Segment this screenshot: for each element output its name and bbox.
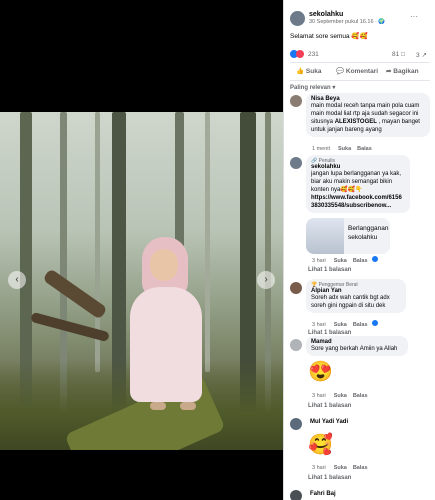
shoe: [180, 402, 196, 410]
comment-bubble: 🔗 Penulis sekolahku jangan lupa berlangg…: [306, 155, 410, 213]
comment-icon: □: [401, 51, 405, 58]
comment-reply-link[interactable]: Balas: [353, 393, 368, 399]
comment-author[interactable]: Mul Yadi Yadi: [310, 419, 348, 425]
like-button-label: Suka: [305, 68, 322, 75]
comment-bubble: 🏆 Penggemar Berat Alpian Yan Soreh adx w…: [306, 279, 406, 313]
post-panel: sekolahku 30 September pukul 16.16 · 🌍 ·…: [283, 0, 435, 500]
share-button-label: Bagikan: [393, 68, 419, 75]
commenter-avatar[interactable]: [290, 157, 302, 169]
person-figure: [128, 237, 208, 417]
sticker-heart-eyes[interactable]: 😍: [308, 360, 333, 384]
commenter-avatar[interactable]: [290, 95, 302, 107]
comment-time[interactable]: 3 hari: [312, 393, 326, 399]
comment-count-value: 81: [392, 51, 400, 58]
previous-photo-button[interactable]: ‹: [8, 271, 26, 289]
comment-like-link[interactable]: Suka: [334, 258, 347, 264]
like-button[interactable]: 👍 Suka: [296, 67, 321, 75]
reaction-count: 231: [307, 50, 319, 58]
thumbs-up-icon: 👍: [296, 68, 305, 75]
more-options-icon[interactable]: ···: [410, 12, 418, 21]
view-replies-link[interactable]: Lihat 1 balasan: [308, 475, 351, 481]
subscribe-link[interactable]: https://www.facebook.com/61563830335548/…: [311, 194, 405, 210]
comment-time[interactable]: 3 hari: [312, 322, 326, 328]
comment-author[interactable]: Fahri Baj: [310, 491, 336, 497]
like-reaction-icon: [372, 320, 379, 326]
comment-bubble: Nisa Beya main modal receh tanpa main po…: [306, 93, 430, 137]
post-photo[interactable]: [0, 112, 283, 450]
comment-text: Soreh adx wah cantik bgt adx soreh gini …: [311, 295, 390, 309]
comment-meta: 1 menit Suka Balas: [312, 145, 372, 152]
shoe: [150, 402, 166, 410]
comment-reply-link[interactable]: Balas: [353, 465, 368, 471]
share-count-value: 3: [416, 52, 420, 59]
subscribe-card-label: Berlangganan sekolahku: [348, 225, 389, 241]
comment-text: main modal receh tanpa main pola cuam ma…: [311, 102, 425, 134]
comment-time[interactable]: 1 menit: [312, 146, 330, 152]
commenter-avatar[interactable]: [290, 282, 302, 294]
commenter-avatar[interactable]: [290, 418, 302, 430]
subscribe-card-thumbnail: [306, 218, 344, 254]
reaction-summary[interactable]: 231: [290, 50, 319, 58]
post-timestamp[interactable]: 30 September pukul 16.16 · 🌍: [309, 19, 385, 25]
view-replies-link[interactable]: Lihat 1 balasan: [308, 403, 351, 409]
view-replies-link[interactable]: Lihat 1 balasan: [308, 267, 351, 273]
comment-like-link[interactable]: Suka: [338, 146, 351, 152]
face: [150, 249, 178, 281]
comment-sort-dropdown[interactable]: Paling relevan ▾: [290, 84, 335, 91]
commenter-avatar[interactable]: [290, 490, 302, 500]
comment-reply-link[interactable]: Balas: [357, 146, 372, 152]
comment-bubble: Mamad Sore yang berkah Amiin ya Allah: [306, 336, 408, 356]
page-avatar[interactable]: [290, 11, 305, 26]
comment-meta: 3 hari Suka Balas: [312, 256, 379, 264]
comment-text: jangan lupa berlangganan ya kak, biar ak…: [311, 171, 402, 193]
comment-meta: 3 hari Suka Balas: [312, 320, 379, 328]
share-button[interactable]: ➦ Bagikan: [386, 67, 419, 75]
sticker-smiling-hearts[interactable]: 🥰: [308, 433, 333, 457]
like-reaction-icon: [372, 256, 379, 262]
photo-viewer: ‹ ›: [0, 0, 283, 500]
comment-reply-link[interactable]: Balas: [353, 322, 368, 328]
comment-text-highlight: ALEXISTOGEL: [334, 119, 377, 125]
comment-button[interactable]: 💬 Komentari: [336, 67, 378, 75]
love-reaction-icon: [296, 50, 304, 58]
comment-meta: 3 hari Suka Balas: [312, 464, 368, 471]
comment-time[interactable]: 3 hari: [312, 258, 326, 264]
comment-like-link[interactable]: Suka: [334, 465, 347, 471]
next-photo-button[interactable]: ›: [257, 271, 275, 289]
share-count[interactable]: 3 ↗: [416, 51, 427, 59]
comment-like-link[interactable]: Suka: [334, 322, 347, 328]
dress: [130, 287, 202, 402]
post-caption: Selamat sore semua 🥰🥰: [290, 33, 368, 40]
comment-bubble-icon: 💬: [336, 68, 345, 75]
divider: [290, 80, 430, 81]
share-icon: ↗: [421, 52, 427, 59]
subscribe-card[interactable]: Berlangganan sekolahku: [306, 218, 390, 254]
commenter-avatar[interactable]: [290, 339, 302, 351]
comment-button-label: Komentari: [345, 68, 379, 75]
share-arrow-icon: ➦: [386, 68, 392, 75]
comment-meta: 3 hari Suka Balas: [312, 392, 368, 399]
comment-reply-link[interactable]: Balas: [353, 258, 368, 264]
comment-text: Sore yang berkah Amiin ya Allah: [311, 346, 398, 352]
comment-count[interactable]: 81 □: [392, 51, 405, 58]
comment-time[interactable]: 3 hari: [312, 465, 326, 471]
page-name[interactable]: sekolahku: [309, 11, 343, 18]
divider: [290, 62, 430, 63]
comment-like-link[interactable]: Suka: [334, 393, 347, 399]
